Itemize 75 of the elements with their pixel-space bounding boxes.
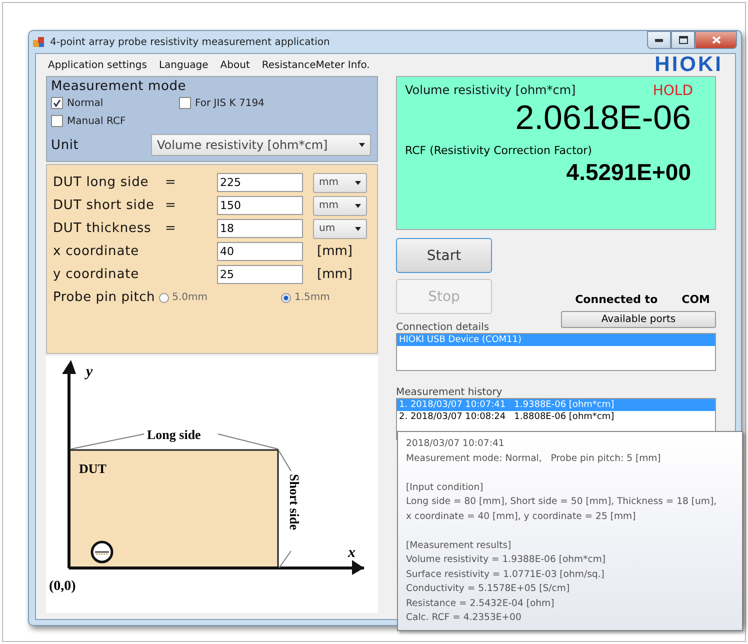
field-label: Unit: [51, 138, 79, 152]
maximize-icon: [678, 36, 688, 44]
available-ports-button[interactable]: Available ports: [561, 311, 716, 328]
axis-label: y: [86, 364, 93, 380]
field-label: Probe pin pitch: [53, 290, 156, 305]
unit-label: [mm]: [316, 244, 354, 259]
logo: HIOKI: [654, 53, 723, 77]
input-field[interactable]: 40: [217, 242, 303, 261]
checkbox[interactable]: For JIS K 7194: [179, 94, 329, 112]
equals-sign: =: [165, 175, 178, 190]
field-label: y coordinate: [53, 267, 140, 282]
menu-item[interactable]: Language: [152, 58, 214, 72]
unit-dropdown[interactable]: Volume resistivity [ohm*cm]: [151, 134, 371, 156]
menu-item[interactable]: ResistanceMeter Info.: [256, 58, 376, 72]
status-value: COM: [682, 293, 710, 306]
equals-sign: =: [165, 221, 178, 236]
tooltip-text: [Input condition]: [406, 480, 484, 494]
equals-sign: =: [165, 198, 178, 213]
probe-icon: [90, 540, 114, 564]
field-label: x coordinate: [53, 244, 140, 259]
status-label: Connected to: [575, 293, 658, 306]
caret-icon: [355, 226, 361, 230]
tooltip-text: x coordinate = 40 [mm], y coordinate = 25 [mm]: [406, 510, 636, 524]
field-label: DUT short side: [53, 198, 156, 213]
tooltip-text: Conductivity = 5.1578E+05 [S/cm]: [406, 582, 570, 596]
radio-button[interactable]: 5.0mm: [159, 292, 208, 303]
app-icon: [33, 36, 45, 48]
field-label: DUT long side: [53, 175, 150, 190]
maximize-button[interactable]: [671, 31, 695, 49]
field-label: DUT thickness: [53, 221, 152, 236]
dut-label: DUT: [79, 461, 106, 476]
tooltip-text: Long side = 80 [mm], Short side = 50 [mm], Thickness = 18 [um],: [406, 495, 717, 509]
minimize-button[interactable]: [647, 31, 671, 49]
hold-indicator: HOLD: [652, 83, 693, 99]
caret-icon: [355, 180, 361, 184]
origin-label: (0,0): [49, 579, 76, 594]
close-icon: [712, 36, 720, 44]
list-item[interactable]: 2. 2018/03/07 10:08:24 1.8808E-06 [ohm*cm]: [397, 411, 715, 423]
check-icon: [53, 99, 61, 107]
minimize-icon: [655, 38, 663, 42]
close-button[interactable]: [695, 31, 737, 49]
input-field[interactable]: 225: [217, 173, 303, 192]
axis-label: x: [348, 545, 356, 561]
caret-icon: [355, 204, 361, 208]
tooltip-text: [Measurement results]: [406, 538, 512, 552]
unit-dropdown[interactable]: mm: [313, 196, 367, 216]
rcf-label: RCF (Resistivity Correction Factor): [405, 144, 593, 157]
radio-button[interactable]: 1.5mm: [281, 292, 330, 303]
start-button[interactable]: Start: [396, 238, 492, 273]
section-title: Measurement mode: [51, 79, 188, 94]
input-field[interactable]: 25: [217, 265, 303, 284]
tooltip-text: Calc. RCF = 4.2353E+00: [406, 611, 522, 625]
checkbox[interactable]: Manual RCF: [51, 112, 179, 130]
measured-value: 2.0618E-06: [515, 99, 691, 138]
caret-icon: [359, 143, 365, 147]
unit-dropdown[interactable]: mm: [313, 172, 367, 192]
menu-item[interactable]: About: [214, 58, 256, 72]
tooltip-text: Volume resistivity = 1.9388E-06 [ohm*cm]: [406, 553, 606, 567]
tooltip-text: Resistance = 2.5432E-04 [ohm]: [406, 596, 554, 610]
tooltip-text: Measurement mode: Normal, Probe pin pitch: 5 [mm]: [406, 452, 661, 466]
rcf-value: 4.5291E+00: [566, 159, 691, 186]
unit-label: [mm]: [316, 267, 354, 282]
section-label: Connection details: [396, 322, 490, 333]
input-field[interactable]: 18: [217, 219, 303, 238]
tooltip-text: 2018/03/07 10:07:41: [406, 437, 504, 451]
checkbox[interactable]: Normal: [51, 94, 179, 112]
unit-dropdown[interactable]: um: [313, 218, 367, 238]
dimension-label: Long side: [147, 427, 201, 442]
quantity-label: Volume resistivity [ohm*cm]: [405, 83, 576, 99]
menu-item[interactable]: Application settings: [42, 58, 153, 72]
dimension-label: Short side: [287, 474, 302, 530]
tooltip-text: Surface resistivity = 1.0771E-03 [ohm/sq.]: [406, 568, 604, 582]
input-field[interactable]: 150: [217, 196, 303, 215]
window-title: 4-point array probe resistivity measurement application: [50, 36, 331, 48]
section-label: Measurement history: [396, 387, 504, 398]
